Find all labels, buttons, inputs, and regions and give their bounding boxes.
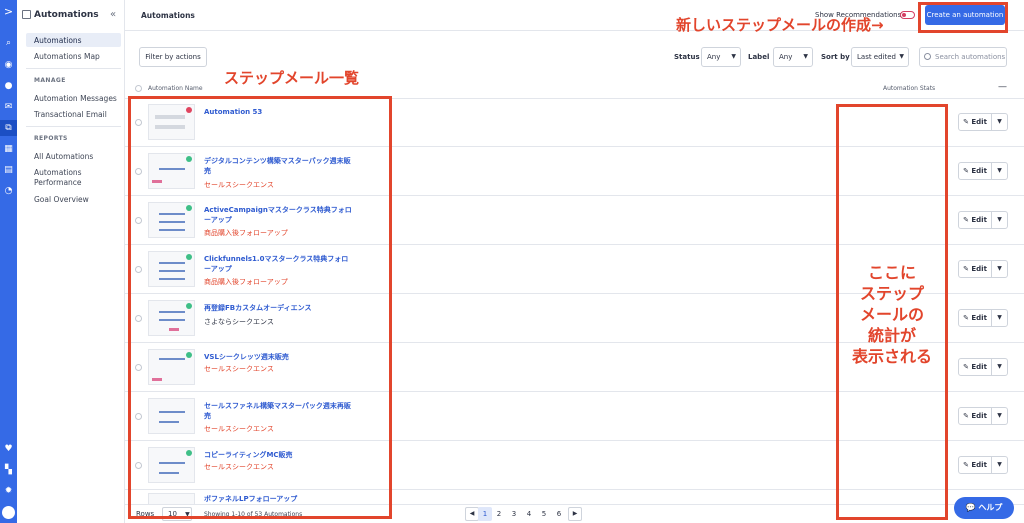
automations-sidebar: Automations « Automations Automations Ma… xyxy=(17,0,125,523)
edit-dropdown-button[interactable]: ▼ xyxy=(991,211,1008,229)
label-label: Label xyxy=(748,53,770,61)
prev-page-button[interactable]: ◀ xyxy=(465,507,479,521)
page-1[interactable]: 1 xyxy=(478,507,492,521)
lists-icon[interactable]: ▤ xyxy=(3,165,14,176)
avatar[interactable] xyxy=(2,506,15,519)
sort-by-select[interactable]: Last edited ▼ xyxy=(851,47,909,67)
sidebar-item-goal-overview[interactable]: Goal Overview xyxy=(34,195,89,204)
edit-dropdown-button[interactable]: ▼ xyxy=(991,309,1008,327)
label-value: Any xyxy=(779,53,793,61)
page-5[interactable]: 5 xyxy=(537,507,551,521)
filter-by-actions-button[interactable]: Filter by actions xyxy=(139,47,207,67)
help-button[interactable]: 💬 ヘルプ xyxy=(954,497,1014,519)
sidebar-title: Automations xyxy=(34,10,99,20)
chevron-down-icon: ▼ xyxy=(731,53,736,60)
annotation-stats-line: 表示される xyxy=(851,347,932,366)
search-placeholder: Search automations xyxy=(935,53,1006,61)
sidebar-item-transactional-email[interactable]: Transactional Email xyxy=(34,110,107,119)
select-all-checkbox[interactable] xyxy=(135,85,142,92)
automations-header-icon xyxy=(22,10,31,19)
column-header-stats: Automation Stats xyxy=(883,85,936,92)
show-recommendations-toggle[interactable] xyxy=(900,11,915,19)
sidebar-item-all-automations[interactable]: All Automations xyxy=(34,152,93,161)
edit-button[interactable]: ✎ Edit xyxy=(958,358,992,376)
search-icon[interactable]: ⌕ xyxy=(3,38,14,49)
location-icon[interactable]: ◉ xyxy=(3,60,14,71)
sidebar-item-automations-map[interactable]: Automations Map xyxy=(34,52,100,61)
sidebar-item-automation-messages[interactable]: Automation Messages xyxy=(34,94,117,103)
annotation-box-create xyxy=(918,2,1008,33)
search-icon xyxy=(924,53,931,60)
contacts-icon[interactable]: ● xyxy=(3,81,14,92)
annotation-stats-line: ここに xyxy=(867,263,916,282)
sort-by-label: Sort by xyxy=(821,53,850,61)
collapse-sidebar-icon[interactable]: « xyxy=(110,9,116,20)
sort-by-value: Last edited xyxy=(857,53,896,61)
edit-dropdown-button[interactable]: ▼ xyxy=(991,407,1008,425)
favorites-icon[interactable]: ♥ xyxy=(3,444,14,455)
status-select[interactable]: Any ▼ xyxy=(701,47,741,67)
edit-button[interactable]: ✎ Edit xyxy=(958,260,992,278)
annotation-box-list xyxy=(128,96,392,519)
logo-icon[interactable]: > xyxy=(3,6,14,17)
sidebar-item-automations-performance[interactable]: Automations Performance xyxy=(34,168,104,188)
apps-icon[interactable]: ▚ xyxy=(3,465,14,476)
annotation-stats-note: ここに ステップ メールの 統計が 表示される xyxy=(842,262,942,367)
sidebar-section-reports: REPORTS xyxy=(34,135,68,142)
edit-dropdown-button[interactable]: ▼ xyxy=(991,260,1008,278)
page-4[interactable]: 4 xyxy=(522,507,536,521)
edit-dropdown-button[interactable]: ▼ xyxy=(991,358,1008,376)
page-6[interactable]: 6 xyxy=(552,507,566,521)
settings-icon[interactable]: ✹ xyxy=(3,486,14,497)
sidebar-divider xyxy=(26,68,121,69)
sidebar-section-manage: MANAGE xyxy=(34,77,66,84)
edit-button[interactable]: ✎ Edit xyxy=(958,211,992,229)
annotation-stats-line: メールの xyxy=(859,305,924,324)
collapse-stats-icon[interactable]: — xyxy=(998,82,1007,92)
sidebar-divider xyxy=(26,126,121,127)
search-input[interactable]: Search automations xyxy=(919,47,1007,67)
edit-button[interactable]: ✎ Edit xyxy=(958,309,992,327)
next-page-button[interactable]: ▶ xyxy=(568,507,582,521)
chevron-down-icon: ▼ xyxy=(899,53,904,60)
edit-dropdown-button[interactable]: ▼ xyxy=(991,113,1008,131)
annotation-list-note: ステップメール一覧 xyxy=(224,69,360,87)
chevron-down-icon: ▼ xyxy=(803,53,808,60)
status-value: Any xyxy=(707,53,721,61)
edit-button[interactable]: ✎ Edit xyxy=(958,407,992,425)
annotation-create-note: 新しいステップメールの作成→ xyxy=(676,16,884,34)
edit-dropdown-button[interactable]: ▼ xyxy=(991,456,1008,474)
edit-dropdown-button[interactable]: ▼ xyxy=(991,162,1008,180)
page-title: Automations xyxy=(141,11,195,20)
column-header-name: Automation Name xyxy=(148,85,203,92)
edit-button[interactable]: ✎ Edit xyxy=(958,113,992,131)
annotation-stats-line: 統計が xyxy=(867,326,916,345)
page-3[interactable]: 3 xyxy=(507,507,521,521)
page-2[interactable]: 2 xyxy=(492,507,506,521)
top-bar: Automations Show Recommendations Create … xyxy=(125,0,1024,31)
automations-icon[interactable]: ⧉ xyxy=(0,120,17,136)
edit-button[interactable]: ✎ Edit xyxy=(958,456,992,474)
sidebar-item-automations[interactable]: Automations xyxy=(26,33,121,47)
annotation-stats-line: ステップ xyxy=(859,284,924,303)
edit-button[interactable]: ✎ Edit xyxy=(958,162,992,180)
pipelines-icon[interactable]: ▦ xyxy=(3,144,14,155)
left-nav-rail: > ⌕ ◉ ● ✉ ⧉ ▦ ▤ ◔ ♥ ▚ ✹ xyxy=(0,0,17,523)
label-select[interactable]: Any ▼ xyxy=(773,47,813,67)
status-label: Status xyxy=(674,53,700,61)
reports-icon[interactable]: ◔ xyxy=(3,186,14,197)
mail-icon[interactable]: ✉ xyxy=(3,102,14,113)
